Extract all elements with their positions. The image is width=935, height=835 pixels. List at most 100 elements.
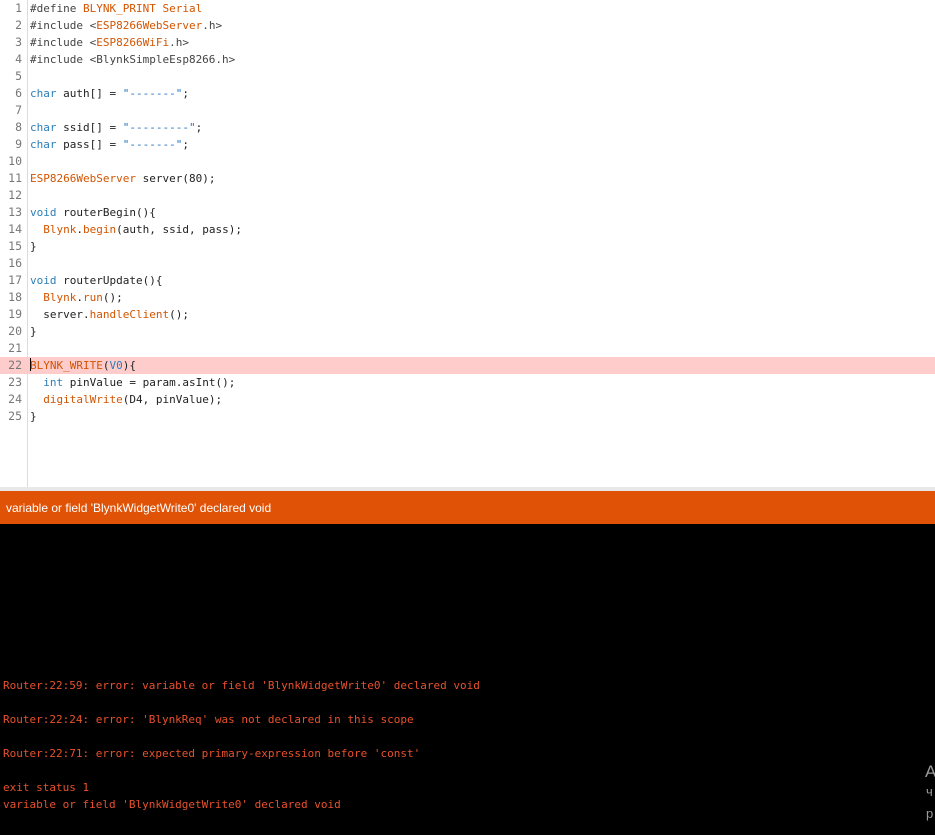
line-number: 5 bbox=[15, 69, 22, 83]
line-number: 1 bbox=[15, 1, 22, 15]
code-line[interactable]: 12 bbox=[0, 187, 935, 204]
code-text: Blynk.begin(auth, ssid, pass); bbox=[30, 221, 242, 238]
console-line: exit status 1 bbox=[3, 781, 90, 794]
console-line: variable or field 'BlynkWidgetWrite0' de… bbox=[3, 798, 341, 811]
code-token: . bbox=[76, 291, 83, 304]
code-line[interactable]: 6 char auth[] = "-------"; bbox=[0, 85, 935, 102]
code-token: void bbox=[30, 274, 57, 287]
code-token: } bbox=[30, 325, 37, 338]
code-line[interactable]: 8 char ssid[] = "---------"; bbox=[0, 119, 935, 136]
code-token: pinValue = param.asInt(); bbox=[63, 376, 236, 389]
code-lines[interactable]: 1 #define BLYNK_PRINT Serial 2 #include <ES… bbox=[0, 0, 935, 425]
code-token: "---------" bbox=[122, 121, 196, 134]
code-token: server(80); bbox=[135, 172, 216, 185]
line-number: 20 bbox=[8, 324, 22, 338]
code-token: (auth, ssid, pass); bbox=[116, 223, 242, 236]
code-line[interactable]: 10 bbox=[0, 153, 935, 170]
code-token: char bbox=[30, 121, 57, 134]
code-token: BLYNK_WRITE bbox=[30, 359, 103, 372]
code-token: handleClient bbox=[89, 308, 170, 321]
line-number: 7 bbox=[15, 103, 22, 117]
line-number: 9 bbox=[15, 137, 22, 151]
code-line[interactable]: 24 digitalWrite(D4, pinValue); bbox=[0, 391, 935, 408]
code-text: } bbox=[30, 238, 37, 255]
console-line: Router:22:24: error: 'BlynkReq' was not … bbox=[3, 713, 414, 726]
code-line[interactable]: 4 #include <BlynkSimpleEsp8266.h> bbox=[0, 51, 935, 68]
code-token: . bbox=[76, 223, 83, 236]
code-text: #define BLYNK_PRINT Serial bbox=[30, 0, 202, 17]
code-token: } bbox=[30, 410, 37, 423]
code-text: ESP8266WebServer server(80); bbox=[30, 170, 215, 187]
code-text: Blynk.run(); bbox=[30, 289, 123, 306]
error-status-message: variable or field 'BlynkWidgetWrite0' de… bbox=[6, 501, 272, 515]
code-token: int bbox=[43, 376, 64, 389]
code-line[interactable]: 9 char pass[] = "-------"; bbox=[0, 136, 935, 153]
code-line[interactable]: 13 void routerBegin(){ bbox=[0, 204, 935, 221]
activation-watermark: A ч р bbox=[921, 762, 935, 822]
code-line[interactable]: 2 #include <ESP8266WebServer.h> bbox=[0, 17, 935, 34]
code-line[interactable]: 3 #include <ESP8266WiFi.h> bbox=[0, 34, 935, 51]
code-line[interactable]: 15} bbox=[0, 238, 935, 255]
line-number: 2 bbox=[15, 18, 22, 32]
code-token: (D4, pinValue); bbox=[122, 393, 223, 406]
code-line[interactable]: 20} bbox=[0, 323, 935, 340]
code-token: } bbox=[30, 240, 37, 253]
code-line[interactable]: 16 bbox=[0, 255, 935, 272]
line-number: 4 bbox=[15, 52, 22, 66]
code-token: BLYNK_PRINT Serial bbox=[82, 2, 203, 15]
code-token: #include <BlynkSimpleEsp8266.h> bbox=[30, 53, 236, 66]
code-token: char bbox=[30, 87, 57, 100]
code-token: #include < bbox=[30, 36, 97, 49]
code-line[interactable]: 17 void routerUpdate(){ bbox=[0, 272, 935, 289]
code-token: #define bbox=[30, 2, 83, 15]
code-token: server. bbox=[30, 308, 90, 321]
code-line[interactable]: 21 bbox=[0, 340, 935, 357]
code-editor[interactable]: 1 #define BLYNK_PRINT Serial 2 #include <ES… bbox=[0, 0, 935, 487]
code-token: "-------" bbox=[122, 87, 183, 100]
line-number: 19 bbox=[8, 307, 22, 321]
code-text: #include <ESP8266WiFi.h> bbox=[30, 34, 189, 51]
code-token: ){ bbox=[122, 359, 136, 372]
code-token: Blynk bbox=[43, 223, 77, 236]
output-console[interactable]: Router:22:59: error: variable or field '… bbox=[0, 524, 935, 835]
code-token: (); bbox=[102, 291, 123, 304]
code-line[interactable]: 5 bbox=[0, 68, 935, 85]
code-line[interactable]: 7 bbox=[0, 102, 935, 119]
code-token: char bbox=[30, 138, 57, 151]
code-line[interactable]: 11 ESP8266WebServer server(80); bbox=[0, 170, 935, 187]
console-line: Router:22:71: error: expected primary-ex… bbox=[3, 747, 421, 760]
code-line[interactable]: 1 #define BLYNK_PRINT Serial bbox=[0, 0, 935, 17]
code-token: ESP8266WebServer bbox=[96, 19, 203, 32]
line-number: 18 bbox=[8, 290, 22, 304]
code-text: char auth[] = "-------"; bbox=[30, 85, 189, 102]
code-text: } bbox=[30, 408, 37, 425]
line-number: 3 bbox=[15, 35, 22, 49]
line-number: 11 bbox=[8, 171, 22, 185]
code-token: "-------" bbox=[122, 138, 183, 151]
watermark-text: р bbox=[926, 806, 934, 821]
code-token: pass[] = bbox=[56, 138, 123, 151]
line-number: 8 bbox=[15, 120, 22, 134]
watermark-text: A bbox=[925, 762, 935, 781]
code-line[interactable]: 18 Blynk.run(); bbox=[0, 289, 935, 306]
line-number: 14 bbox=[8, 222, 22, 236]
code-token: begin bbox=[83, 223, 117, 236]
code-line[interactable]: 25} bbox=[0, 408, 935, 425]
code-token: Blynk bbox=[43, 291, 77, 304]
line-number: 17 bbox=[8, 273, 22, 287]
code-token: .h> bbox=[202, 19, 223, 32]
code-token: routerUpdate(){ bbox=[56, 274, 163, 287]
code-line[interactable]: 23 int pinValue = param.asInt(); bbox=[0, 374, 935, 391]
code-line[interactable]: 19 server.handleClient(); bbox=[0, 306, 935, 323]
code-text: digitalWrite(D4, pinValue); bbox=[30, 391, 222, 408]
code-token: .h> bbox=[169, 36, 189, 49]
line-number: 23 bbox=[8, 375, 22, 389]
line-number: 10 bbox=[8, 154, 22, 168]
code-text: server.handleClient(); bbox=[30, 306, 189, 323]
code-line[interactable]: 14 Blynk.begin(auth, ssid, pass); bbox=[0, 221, 935, 238]
line-number: 13 bbox=[8, 205, 22, 219]
code-line-error-highlight[interactable]: 22 BLYNK_WRITE(V0){ bbox=[0, 357, 935, 374]
code-token: V0 bbox=[109, 359, 123, 372]
